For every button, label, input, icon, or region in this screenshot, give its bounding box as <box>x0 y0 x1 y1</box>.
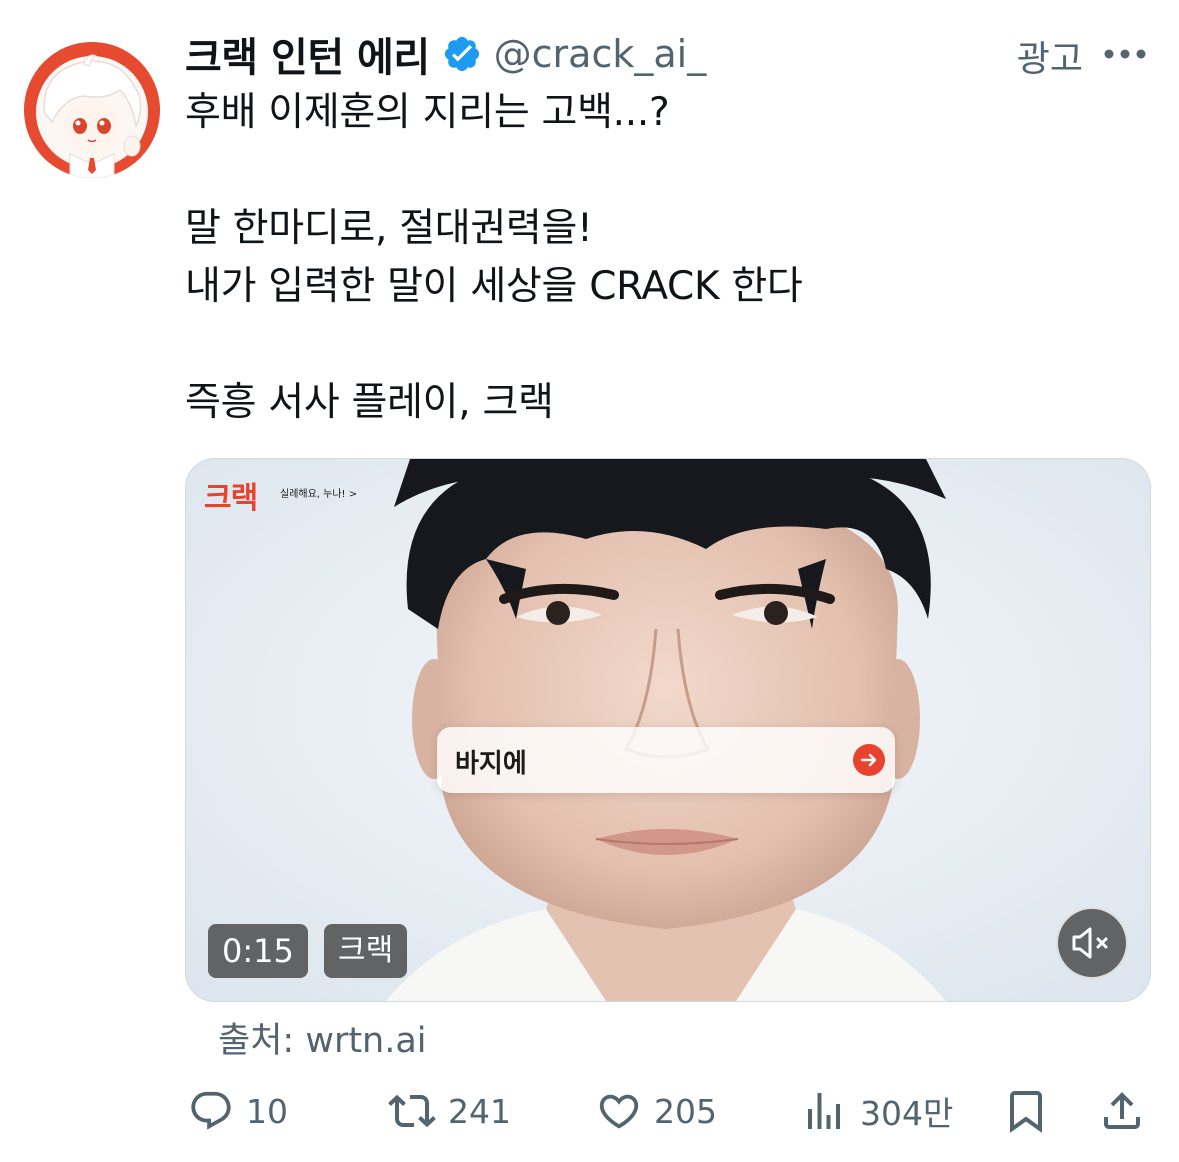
user-handle[interactable]: @crack_ai_ <box>494 32 707 76</box>
like-button[interactable]: 205 <box>596 1086 717 1136</box>
tweet-text-line <box>185 142 1135 200</box>
tweet-text: 후배 이제훈의 지리는 고백...? 말 한마디로, 절대권력을! 내가 입력한… <box>185 84 1135 432</box>
avatar-illustration <box>24 42 160 178</box>
tweet-text-line: 후배 이제훈의 지리는 고백...? <box>185 90 670 135</box>
reply-button[interactable]: 10 <box>188 1086 288 1136</box>
tweet-text-line: 즉흥 서사 플레이, 크랙 <box>185 380 554 425</box>
repost-button[interactable]: 241 <box>388 1086 511 1136</box>
share-button[interactable] <box>1098 1086 1146 1136</box>
prompt-text: 바지에 <box>455 749 527 779</box>
video-duration-badge: 0:15 <box>208 924 308 978</box>
view-count: 304만 <box>860 1094 954 1133</box>
tweet-text-line <box>185 316 1135 374</box>
share-upload-icon <box>1098 1087 1146 1135</box>
video-player[interactable]: 크랙 실례해요, 누나! > 바지에 0:15 크랙 <box>185 458 1151 1002</box>
repost-count: 241 <box>448 1091 511 1131</box>
arrow-right-icon <box>853 744 885 776</box>
heart-icon <box>596 1088 642 1134</box>
avatar[interactable] <box>24 42 160 178</box>
prompt-input-box: 바지에 <box>437 727 895 793</box>
more-dots-icon[interactable] <box>1103 46 1147 62</box>
display-name[interactable]: 크랙 인턴 에리 <box>185 25 430 83</box>
speaker-muted-icon[interactable] <box>1056 907 1128 979</box>
tweet-text-line: 내가 입력한 말이 세상을 CRACK 한다 <box>185 264 803 309</box>
video-channel-badge: 크랙 <box>324 924 408 978</box>
bookmark-icon <box>1002 1087 1050 1135</box>
bar-chart-icon <box>800 1087 848 1135</box>
brand-logo: 크랙 <box>204 481 258 516</box>
repost-arrows-icon <box>388 1087 436 1135</box>
brand-tagline: 실례해요, 누나! > <box>280 489 358 500</box>
ad-label: 광고 <box>1016 39 1083 80</box>
source-link[interactable]: 출처: wrtn.ai <box>218 1012 427 1063</box>
verified-badge-icon <box>442 34 482 74</box>
views-button[interactable]: 304만 <box>800 1086 953 1136</box>
bookmark-button[interactable] <box>1002 1086 1050 1136</box>
tweet-header: 크랙 인턴 에리 @crack_ai_ <box>185 26 706 82</box>
like-count: 205 <box>654 1091 717 1131</box>
speech-bubble-icon <box>188 1088 234 1134</box>
tweet-text-line: 말 한마디로, 절대권력을! <box>185 206 593 251</box>
reply-count: 10 <box>246 1091 288 1131</box>
